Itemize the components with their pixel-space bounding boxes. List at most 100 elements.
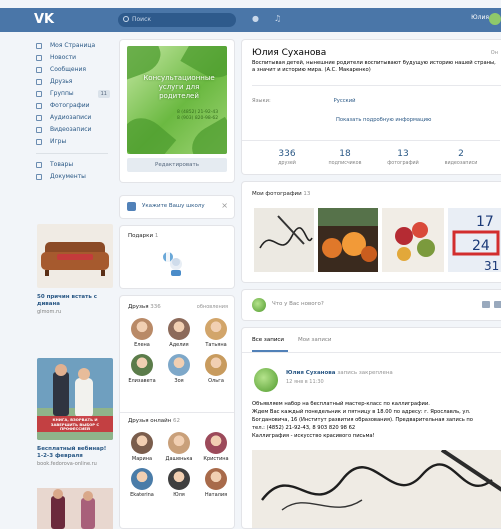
post-text-line: тел.: (4852) 21-92-43, 8 903 820 98 62 [252, 425, 356, 431]
friend-avatar[interactable] [131, 318, 153, 340]
sidebar-item-messages[interactable]: Сообщения [34, 64, 114, 76]
school-card[interactable]: Укажите Вашу школу × [120, 196, 234, 218]
friend-name[interactable]: Елена [124, 342, 160, 348]
sidebar-item-video[interactable]: Видеозаписи [34, 124, 114, 136]
friend-avatar[interactable] [168, 318, 190, 340]
profile-counters: 336 друзей 18 подписчиков 13 фотографий 2 видео… [242, 140, 500, 166]
friend-avatar[interactable] [131, 354, 153, 376]
friend-avatar[interactable] [131, 432, 153, 454]
friend-name[interactable]: Наталия [198, 492, 234, 498]
profile-status[interactable]: Воспитывая детей, нынешние родители восп… [252, 60, 500, 74]
sidebar-item-label: Моя Страница [50, 42, 96, 49]
language-value[interactable]: Русский [334, 98, 356, 104]
friend-name[interactable]: Ekaterina [124, 492, 160, 498]
post-avatar[interactable] [254, 368, 278, 392]
photos-title[interactable]: Мои фотографии [252, 191, 302, 197]
sidebar-item-home[interactable]: Моя Страница [34, 40, 114, 52]
header-user-name[interactable]: Юлия [471, 14, 489, 21]
svg-text:31: 31 [484, 259, 499, 272]
friend-item[interactable]: Юля [161, 468, 197, 498]
camera-icon[interactable] [482, 301, 490, 308]
friend-name[interactable]: Ольга [198, 378, 234, 384]
sidebar-item-photo[interactable]: Фотографии [34, 100, 114, 112]
friend-item[interactable]: Елизавета [124, 354, 160, 384]
sidebar-item-games[interactable]: Игры [34, 136, 114, 148]
profile-counter[interactable]: 13 фотографий [378, 149, 428, 166]
gifts-title[interactable]: Подарки [128, 233, 153, 239]
friend-name[interactable]: Марина [124, 456, 160, 462]
friend-avatar[interactable] [205, 354, 227, 376]
ad-block-third[interactable] [37, 488, 113, 529]
music-note-icon[interactable]: ♫ [274, 14, 281, 23]
vk-logo[interactable]: VK [34, 12, 56, 28]
friend-item[interactable]: Ekaterina [124, 468, 160, 498]
friend-name[interactable]: Зоя [161, 378, 197, 384]
new-post-card[interactable]: Что у Вас нового? [242, 290, 501, 320]
sidebar-item-news[interactable]: Новости [34, 52, 114, 64]
post-image[interactable] [252, 450, 501, 528]
friend-item[interactable]: Марина [124, 432, 160, 462]
new-post-input[interactable]: Что у Вас нового? [272, 301, 324, 307]
friend-name[interactable]: Дашенька [161, 456, 197, 462]
photos-strip[interactable]: 17 24 31 [254, 208, 501, 272]
sidebar-item-goods[interactable]: Товары [34, 159, 114, 171]
friend-avatar[interactable] [168, 354, 190, 376]
tab-all-posts[interactable]: Все записи [252, 337, 284, 343]
tab-my-posts[interactable]: Мои записи [298, 337, 332, 343]
friend-avatar[interactable] [168, 432, 190, 454]
friend-name[interactable]: Кристина [198, 456, 234, 462]
profile-counter[interactable]: 336 друзей [262, 149, 312, 166]
header-avatar[interactable] [489, 13, 501, 25]
ad-title[interactable]: Бесплатный вебинар! 1-2-3 февраля [37, 446, 113, 460]
sidebar-item-documents[interactable]: Документы [34, 171, 114, 183]
school-label[interactable]: Укажите Вашу школу [142, 203, 205, 209]
ad-block-sofa[interactable]: 50 причин встать с дивана glmom.ru [37, 224, 113, 315]
sidebar-item-label: Сообщения [50, 66, 87, 73]
friend-item[interactable]: Елена [124, 318, 160, 348]
profile-photo[interactable]: Консультационные услуги для родителей 8 … [127, 46, 227, 154]
close-icon[interactable]: × [221, 201, 228, 210]
attach-icon[interactable] [494, 301, 501, 308]
friend-avatar[interactable] [131, 468, 153, 490]
friend-avatar[interactable] [168, 468, 190, 490]
friends-title[interactable]: Друзья [128, 304, 149, 310]
ad-block-webinar[interactable]: КНИГА, ВЗОРВАТЬ И ЗАВЕРШИТЬ ВЫБОР С ПРОФ… [37, 358, 113, 467]
friend-avatar[interactable] [205, 318, 227, 340]
friend-name[interactable]: Елизавета [124, 378, 160, 384]
sidebar-item-groups[interactable]: Группы 11 [34, 88, 114, 100]
photo-thumb-calligraphy [254, 208, 314, 272]
post-text-line: Объявляем набор на бесплатный мастер-кла… [252, 401, 430, 407]
gift-image[interactable] [158, 248, 188, 278]
friends-online-title[interactable]: Друзья онлайн [128, 418, 171, 424]
friend-item[interactable]: Татьяна [198, 318, 234, 348]
friend-item[interactable]: Аделия [161, 318, 197, 348]
post-time[interactable]: 12 янв в 11:30 [286, 379, 324, 385]
search-input[interactable]: Поиск [118, 13, 236, 27]
friend-item[interactable]: Наталия [198, 468, 234, 498]
games-icon [36, 139, 42, 145]
post-author[interactable]: Юлия Суханова [286, 370, 335, 376]
friends-updates-link[interactable]: обновления [197, 304, 228, 310]
friend-item[interactable]: Ольга [198, 354, 234, 384]
sidebar-item-friends[interactable]: Друзья [34, 76, 114, 88]
friend-item[interactable]: Кристина [198, 432, 234, 462]
edit-profile-button[interactable]: Редактировать [127, 158, 227, 172]
groups-icon [36, 91, 42, 97]
show-more-link[interactable]: Показать подробную информацию [336, 117, 431, 123]
friend-name[interactable]: Аделия [161, 342, 197, 348]
profile-counter[interactable]: 18 подписчиков [320, 149, 370, 166]
counter-value: 13 [397, 149, 409, 159]
sofa-ad-image [37, 224, 113, 288]
ad-title[interactable]: 50 причин встать с дивана [37, 294, 113, 308]
bell-icon[interactable]: ● [252, 14, 259, 23]
friend-item[interactable]: Зоя [161, 354, 197, 384]
friend-avatar[interactable] [205, 468, 227, 490]
friend-item[interactable]: Дашенька [161, 432, 197, 462]
groups-badge: 11 [97, 90, 110, 98]
friend-name[interactable]: Юля [161, 492, 197, 498]
friend-name[interactable]: Татьяна [198, 342, 234, 348]
sidebar-item-music[interactable]: Аудиозаписи [34, 112, 114, 124]
friend-avatar[interactable] [205, 432, 227, 454]
profile-counter[interactable]: 2 видеозаписи [436, 149, 486, 166]
search-icon [123, 16, 129, 22]
